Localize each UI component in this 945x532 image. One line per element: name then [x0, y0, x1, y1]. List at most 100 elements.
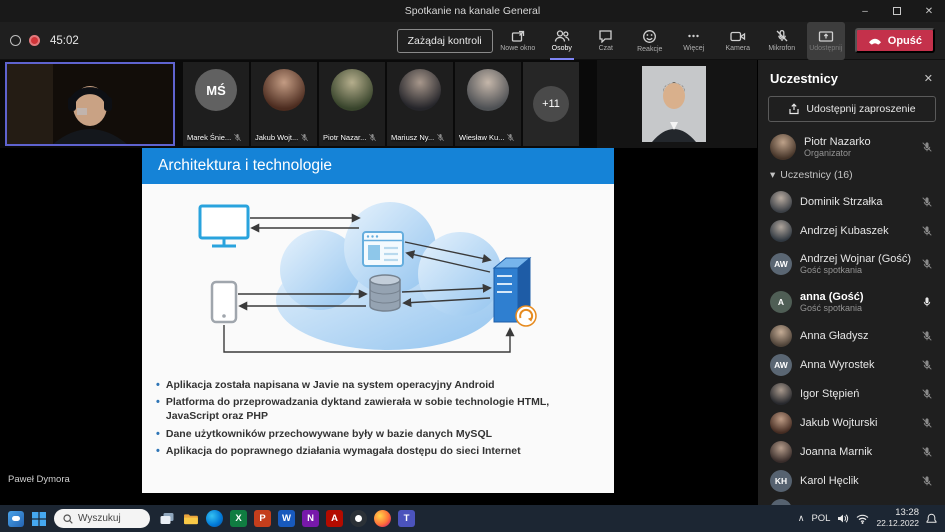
tab-people[interactable]: Osoby	[543, 22, 581, 60]
notifications-icon[interactable]	[926, 513, 937, 525]
chevron-down-icon: ▾	[770, 169, 775, 181]
taskbar-apps: X P W N A T	[158, 510, 415, 527]
mic-off-icon	[921, 417, 933, 429]
participant-row[interactable]: Andrzej Kubaszek	[758, 216, 945, 245]
database-icon	[370, 275, 400, 311]
camera-icon	[730, 30, 746, 43]
participant-tile[interactable]: Jakub Wojt...	[251, 62, 317, 146]
participant-row[interactable]: A anna (Gość) Gość spotkania	[758, 283, 945, 321]
close-panel-button[interactable]: ✕	[924, 72, 933, 85]
mic-off-icon	[300, 133, 309, 142]
mic-off-icon	[921, 388, 933, 400]
tab-chat[interactable]: Czat	[587, 22, 625, 60]
participant-tile[interactable]: Piotr Nazar...	[319, 62, 385, 146]
tab-more[interactable]: Więcej	[675, 22, 713, 60]
share-screen-button[interactable]: Udostępnij	[807, 22, 845, 60]
file-explorer-icon[interactable]	[182, 510, 199, 527]
clock[interactable]: 13:28 22.12.2022	[876, 508, 919, 529]
participant-tile[interactable]: Mariusz Ny...	[387, 62, 453, 146]
bullet-item: •Platforma do przeprowadzania dyktand za…	[156, 395, 600, 423]
maximize-button[interactable]	[881, 0, 913, 22]
start-button[interactable]	[32, 512, 46, 526]
overflow-participants-tile[interactable]: +11	[523, 62, 579, 146]
word-icon[interactable]: W	[278, 510, 295, 527]
task-view-icon[interactable]	[158, 510, 175, 527]
participant-row[interactable]: Joanna Marnik	[758, 437, 945, 466]
participant-row-organizer[interactable]: Piotr Nazarko Organizator	[758, 130, 945, 164]
maximize-icon	[893, 7, 901, 15]
mic-off-icon	[921, 196, 933, 208]
mic-off-icon	[368, 133, 377, 142]
language-indicator[interactable]: POL	[811, 513, 830, 524]
bullet-item: •Aplikacja do poprawnego działania wymag…	[156, 444, 600, 458]
participant-row[interactable]: KP Katarzyna Pietrucha-Urbanik	[758, 495, 945, 505]
teams-meeting-window: Spotkanie na kanale General – ✕ 45:02 Za…	[0, 0, 945, 532]
camera-button[interactable]: Kamera	[719, 22, 757, 60]
leave-button[interactable]: Opuść	[855, 28, 935, 53]
onenote-icon[interactable]: N	[302, 510, 319, 527]
search-icon	[63, 514, 73, 524]
share-screen-icon	[818, 30, 834, 43]
close-button[interactable]: ✕	[913, 0, 945, 22]
tab-reactions[interactable]: Reakcje	[631, 22, 669, 60]
avatar	[263, 69, 305, 111]
avatar-initials: A	[770, 291, 792, 313]
participant-row[interactable]: AW Anna Wyrostek	[758, 350, 945, 379]
pinned-video-tile[interactable]	[642, 66, 706, 142]
microphone-button[interactable]: Mikrofon	[763, 22, 801, 60]
participant-row[interactable]: AW Andrzej Wojnar (Gość) Gość spotkania	[758, 245, 945, 283]
share-invite-button[interactable]: Udostępnij zaproszenie	[768, 96, 936, 122]
self-video-tile[interactable]	[5, 62, 175, 146]
titlebar: Spotkanie na kanale General – ✕	[0, 0, 945, 22]
bullet-item: •Aplikacja została napisana w Javie na s…	[156, 378, 600, 392]
architecture-diagram	[158, 188, 598, 373]
participants-section-header[interactable]: ▾ Uczestnicy (16)	[758, 164, 945, 187]
new-window-button[interactable]: Nowe okno	[499, 22, 537, 60]
wifi-icon[interactable]	[856, 514, 869, 524]
participants-panel: Uczestnicy ✕ Udostępnij zaproszenie Piot…	[757, 60, 945, 505]
firefox-icon[interactable]	[374, 510, 391, 527]
edge-icon[interactable]	[206, 510, 223, 527]
minimize-button[interactable]: –	[849, 0, 881, 22]
mic-off-icon	[921, 330, 933, 342]
avatar	[770, 191, 792, 213]
lock-ring-icon	[10, 35, 21, 46]
presenter-name-label: Paweł Dymora	[8, 474, 70, 485]
hangup-icon	[868, 37, 882, 45]
widgets-icon[interactable]	[8, 511, 24, 527]
github-icon[interactable]	[350, 510, 367, 527]
video-strip: MŚ Marek Śnie... Jakub Wojt... Piotr Naz…	[0, 60, 757, 148]
participant-row[interactable]: Igor Stępień	[758, 379, 945, 408]
avatar-initials: AW	[770, 253, 792, 275]
participant-row[interactable]: Dominik Strzałka	[758, 187, 945, 216]
more-dots-icon	[686, 29, 701, 43]
tray-expand-icon[interactable]: ∧	[798, 513, 805, 524]
teams-icon[interactable]: T	[398, 510, 415, 527]
bullet-item: •Dane użytkowników przechowywane były w …	[156, 427, 600, 441]
web-app-icon	[363, 232, 403, 266]
windows-taskbar: Wyszukuj X P W N A T ∧ POL 13:28	[0, 505, 945, 532]
powerpoint-icon[interactable]: P	[254, 510, 271, 527]
mic-off-icon	[921, 446, 933, 458]
slide-title: Architektura i technologie	[158, 157, 332, 175]
participant-tile[interactable]: MŚ Marek Śnie...	[183, 62, 249, 146]
participant-row[interactable]: Anna Gładysz	[758, 321, 945, 350]
participant-row[interactable]: Jakub Wojturski	[758, 408, 945, 437]
avatar	[467, 69, 509, 111]
request-control-button[interactable]: Zażądaj kontroli	[397, 29, 493, 53]
participant-tile[interactable]: Wiesław Ku...	[455, 62, 521, 146]
smartphone-icon	[212, 282, 236, 322]
acrobat-icon[interactable]: A	[326, 510, 343, 527]
mic-off-icon	[233, 133, 242, 142]
volume-icon[interactable]	[837, 513, 849, 524]
avatar-initials: KH	[770, 470, 792, 492]
participant-row[interactable]: KH Karol Hęclik	[758, 466, 945, 495]
self-video	[7, 64, 173, 144]
search-input[interactable]: Wyszukuj	[54, 509, 150, 528]
slide-bullets: •Aplikacja została napisana w Javie na s…	[142, 376, 614, 461]
share-invite-icon	[788, 103, 800, 115]
smiley-icon	[642, 29, 657, 44]
excel-icon[interactable]: X	[230, 510, 247, 527]
system-tray: ∧ POL 13:28 22.12.2022	[798, 508, 937, 529]
avatar	[770, 134, 796, 160]
